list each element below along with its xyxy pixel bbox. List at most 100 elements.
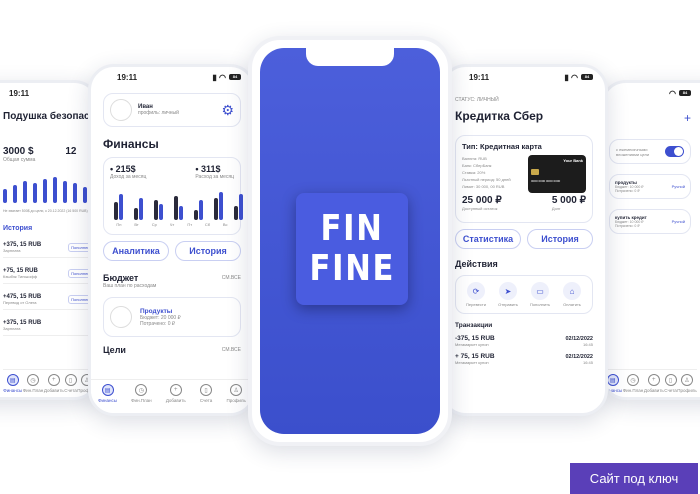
goals-all-link[interactable]: СМ.ВСЕ bbox=[222, 347, 241, 353]
toggle-switch[interactable] bbox=[664, 146, 684, 157]
cta-button[interactable]: Сайт под ключ bbox=[570, 463, 698, 494]
tab-item[interactable]: + Добавить bbox=[44, 374, 64, 393]
tab-item[interactable]: ▯ Счета bbox=[664, 374, 677, 393]
toggle-label: с ежемесячными вложениями цели bbox=[616, 146, 650, 157]
statistics-button[interactable]: Статистика bbox=[455, 229, 521, 249]
item-spent: Потрачено: 0 ₽ bbox=[615, 189, 640, 193]
budget-limit: Бюджет: 20 000 ₽ bbox=[140, 314, 181, 321]
gear-icon[interactable]: ⚙ bbox=[221, 102, 234, 119]
tab-icon: ▤ bbox=[101, 384, 114, 396]
chart-bar-blue bbox=[239, 194, 243, 220]
history-heading[interactable]: История bbox=[3, 225, 97, 232]
list-item[interactable]: купить кредит Бюджет: 10 000 ₽ Потрачено: … bbox=[609, 209, 691, 234]
day-label: Пн bbox=[116, 222, 122, 227]
card-bank-name: Your Bank bbox=[563, 158, 583, 163]
tx-category: Зарплата bbox=[3, 326, 21, 331]
action-item[interactable]: ▭ Пополнить bbox=[524, 282, 556, 307]
tab-icon: + bbox=[47, 374, 60, 386]
budget-all-link[interactable]: СМ.ВСЕ bbox=[222, 275, 241, 281]
action-icon: ⌂ bbox=[563, 282, 581, 300]
history-button[interactable]: История bbox=[175, 241, 241, 261]
tab-label: Счета bbox=[64, 388, 77, 393]
add-icon[interactable]: + bbox=[609, 111, 691, 125]
chart-bar-blue bbox=[119, 194, 123, 220]
list-item[interactable]: -375, 15 RUB Мегамаркет купон 02/12/2022 16… bbox=[455, 335, 593, 347]
tab-icon: ◷ bbox=[27, 374, 40, 386]
tab-item[interactable]: ◷ Фин.План bbox=[23, 374, 43, 393]
tab-icon: ◷ bbox=[135, 384, 148, 396]
budget-card[interactable]: Продукты Бюджет: 20 000 ₽ Потрачено: 0 ₽ bbox=[103, 297, 241, 337]
tab-item[interactable]: ◷ Фин.План bbox=[131, 384, 152, 403]
chart-bar bbox=[63, 181, 67, 203]
action-item[interactable]: ➤ Отправить bbox=[492, 282, 524, 307]
action-label: Пополнить bbox=[529, 302, 551, 307]
item-link[interactable]: Ручной bbox=[672, 219, 685, 224]
app-logo: FIN FINE bbox=[296, 193, 408, 305]
action-item[interactable]: ⌂ Оплатить bbox=[556, 282, 588, 307]
tab-label: Счета bbox=[664, 388, 677, 393]
tab-icon: ◷ bbox=[627, 374, 640, 386]
card-detail: Ставка: 20% bbox=[462, 170, 486, 175]
tab-icon: + bbox=[647, 374, 660, 386]
chart-bar-dark bbox=[174, 196, 178, 220]
tx-time: 16:45 bbox=[582, 341, 593, 347]
tab-icon: ▯ bbox=[200, 384, 213, 396]
status-icons: ▮ ◠ 84 bbox=[212, 73, 241, 82]
chart-bar bbox=[53, 177, 57, 203]
tx-amount: -375, 15 RUB bbox=[455, 335, 495, 342]
history-button[interactable]: История bbox=[527, 229, 593, 249]
day-label: Сб bbox=[204, 222, 211, 227]
logo-line-1: FIN bbox=[320, 208, 384, 249]
tab-label: Фин.План bbox=[131, 398, 152, 403]
item-spent: Потрачено: 0 ₽ bbox=[615, 224, 640, 228]
tab-item[interactable]: ♙ Профиль bbox=[226, 384, 246, 403]
chart-bar bbox=[33, 183, 37, 203]
user-plan: профиль: личный bbox=[138, 110, 179, 116]
list-item[interactable]: +375, 15 RUB Зарплата Пополнение bbox=[3, 242, 97, 258]
tab-item[interactable]: ▤ Финансы bbox=[98, 384, 117, 403]
tab-icon: ▯ bbox=[64, 374, 77, 386]
tab-item[interactable]: ▯ Счета bbox=[200, 384, 212, 403]
tab-item[interactable]: + Добавить bbox=[166, 384, 186, 403]
list-item[interactable]: продукты Бюджет: 10 000 ₽ Потрачено: 0 ₽ Ру… bbox=[609, 174, 691, 199]
profile-card[interactable]: Иван профиль: личный ⚙ bbox=[103, 93, 241, 127]
tx-date: 02/12/2022 bbox=[565, 353, 593, 360]
status-time: 19:11 bbox=[469, 72, 490, 82]
chart-bar bbox=[83, 187, 87, 203]
debt-amount: 5 000 ₽ bbox=[551, 195, 586, 206]
list-item[interactable]: +375, 15 RUB Зарплата bbox=[3, 320, 97, 336]
tab-item[interactable]: ▤ Финансы bbox=[3, 374, 22, 393]
analytics-button[interactable]: Аналитика bbox=[103, 241, 169, 261]
tab-label: Добавить bbox=[165, 398, 186, 403]
list-item[interactable]: +475, 15 RUB Перевод от Олега Пополнение bbox=[3, 294, 97, 310]
available-label: Доступный остаток bbox=[462, 206, 498, 211]
tab-item[interactable]: + Добавить bbox=[644, 374, 664, 393]
chart-bar-blue bbox=[199, 200, 203, 220]
debt-label: Долг bbox=[551, 206, 561, 211]
tx-amount: + 75, 15 RUB bbox=[455, 353, 495, 360]
status-icons: ▮ ◠ 84 bbox=[564, 73, 593, 82]
savings-chart bbox=[3, 173, 93, 203]
budget-heading: Бюджет bbox=[103, 273, 139, 283]
card-type: Тип: Кредитная карта bbox=[462, 142, 542, 151]
phone-cushion: 19:11 Подушка безопасности 3000 $Общая с… bbox=[0, 80, 100, 400]
day-label: Пт bbox=[187, 222, 193, 227]
list-item[interactable]: + 75, 15 RUB Мегамаркет купон 02/12/2022 16… bbox=[455, 353, 593, 365]
tx-category: Мегамаркет купон bbox=[455, 360, 489, 365]
expense-value: 311$ bbox=[201, 164, 221, 174]
showcase: 19:11 Подушка безопасности 3000 $Общая с… bbox=[0, 0, 700, 494]
toggle-card: с ежемесячными вложениями цели bbox=[609, 139, 691, 164]
phone-credit: 19:11 ▮ ◠ 84 СТАТУС: ЛИЧНЫЙ Кредитка Сбер… bbox=[440, 64, 608, 416]
tab-item[interactable]: ▯ Счета bbox=[64, 374, 77, 393]
splash-screen: FIN FINE bbox=[260, 48, 440, 434]
tab-item[interactable]: ♙ Профиль bbox=[677, 374, 697, 393]
action-icon: ⟳ bbox=[467, 282, 485, 300]
chart-bar-blue bbox=[219, 192, 223, 220]
tab-icon: ♙ bbox=[230, 384, 243, 396]
income-value: 215$ bbox=[115, 164, 136, 174]
item-link[interactable]: Ручной bbox=[672, 184, 685, 189]
list-item[interactable]: +75, 15 RUB Кэшбэк Тинькофф Пополнение bbox=[3, 268, 97, 284]
tab-item[interactable]: ◷ Фин.План bbox=[622, 374, 644, 393]
action-item[interactable]: ⟳ Перевести bbox=[460, 282, 492, 307]
tab-label: Фин.План bbox=[622, 388, 644, 393]
